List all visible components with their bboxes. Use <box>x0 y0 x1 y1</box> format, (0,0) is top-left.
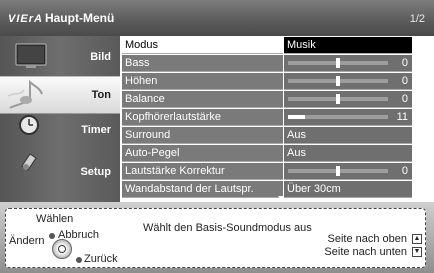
row-value: 0 <box>401 75 408 87</box>
back-hint: Zurück <box>84 253 118 265</box>
back-button-icon <box>76 257 82 263</box>
menu-row-lautstaerke-korrektur[interactable]: Lautstärke Korrektur 0 <box>122 163 412 180</box>
page-indicator: 1/2 <box>409 13 425 25</box>
sidebar-item-setup[interactable]: Setup <box>0 150 120 186</box>
exit-button-icon <box>49 233 55 239</box>
help-box: Wählen Ändern Abbruch Zurück Wählt den B… <box>5 208 426 268</box>
sidebar-item-label: Bild <box>90 51 111 63</box>
menu-row-bass[interactable]: Bass 0 <box>122 55 412 72</box>
row-value-cell: 11 <box>284 109 412 126</box>
help-description: Wählt den Basis-Soundmodus aus <box>143 222 312 234</box>
page-up-icon: ▲ <box>412 234 422 244</box>
row-value: Aus <box>284 127 412 144</box>
row-value: 0 <box>401 57 408 69</box>
row-value: Musik <box>284 37 412 54</box>
sidebar-item-label: Ton <box>91 89 111 101</box>
row-value-cell: 0 <box>284 55 412 72</box>
sidebar-item-bild[interactable]: Bild <box>0 40 120 76</box>
sidebar-item-label: Setup <box>80 166 111 178</box>
music-note-icon <box>7 79 43 109</box>
sidebar-item-ton[interactable]: Ton <box>0 76 120 114</box>
treble-slider[interactable] <box>288 76 388 86</box>
menu-row-modus[interactable]: Modus Musik <box>122 37 412 54</box>
change-hint: Ändern <box>9 235 45 247</box>
tv-menu-screen: VIErA Haupt-Menü 1/2 Bild Ton Timer Setu… <box>0 0 434 273</box>
bass-slider[interactable] <box>288 58 388 68</box>
row-label: Lautstärke Korrektur <box>122 163 283 180</box>
balance-slider[interactable] <box>288 94 388 104</box>
page-up-hint: Seite nach oben <box>327 233 407 245</box>
row-value: Aus <box>284 145 412 162</box>
menu-title: VIErA Haupt-Menü <box>8 11 114 25</box>
menu-row-auto-pegel[interactable]: Auto-Pegel Aus <box>122 145 412 162</box>
menu-row-wandabstand[interactable]: Wandabstand der Lautspr. Über 30cm <box>122 181 412 198</box>
menu-title-text: Haupt-Menü <box>44 11 115 25</box>
row-label: Surround <box>122 127 283 144</box>
row-label: Bass <box>122 55 283 72</box>
volume-correction-slider[interactable] <box>288 166 388 176</box>
header-bar: VIErA Haupt-Menü 1/2 <box>0 0 434 36</box>
row-value: Über 30cm <box>284 181 412 198</box>
row-value: 0 <box>401 93 408 105</box>
row-label: Modus <box>122 37 283 54</box>
menu-row-surround[interactable]: Surround Aus <box>122 127 412 144</box>
sidebar-item-timer[interactable]: Timer <box>0 114 120 150</box>
navigation-pad-icon <box>52 239 72 259</box>
page-down-hint: Seite nach unten <box>324 246 407 258</box>
setup-icon <box>21 153 37 171</box>
row-value: 11 <box>396 111 408 123</box>
sidebar-item-label: Timer <box>81 124 111 136</box>
row-value-cell: 0 <box>284 73 412 90</box>
page-down-icon: ▼ <box>412 247 422 257</box>
headphone-volume-bar[interactable] <box>288 115 388 119</box>
scroll-down-icon <box>278 196 284 200</box>
menu-row-kopfhoerer[interactable]: Kopfhörerlautstärke 11 <box>122 109 412 126</box>
row-label: Balance <box>122 91 283 108</box>
row-label: Wandabstand der Lautspr. <box>122 181 283 198</box>
row-label: Höhen <box>122 73 283 90</box>
select-hint: Wählen <box>36 213 74 225</box>
brand-logo: VIErA <box>8 13 43 25</box>
menu-row-hoehen[interactable]: Höhen 0 <box>122 73 412 90</box>
tv-icon <box>15 43 47 68</box>
row-label: Auto-Pegel <box>122 145 283 162</box>
row-value-cell: 0 <box>284 163 412 180</box>
menu-row-balance[interactable]: Balance 0 <box>122 91 412 108</box>
row-value: 0 <box>401 165 408 177</box>
clock-icon <box>19 115 39 135</box>
row-value-cell: 0 <box>284 91 412 108</box>
help-footer: Wählen Ändern Abbruch Zurück Wählt den B… <box>0 202 434 273</box>
sidebar: Bild Ton Timer Setup <box>0 36 120 202</box>
row-label: Kopfhörerlautstärke <box>122 109 283 126</box>
